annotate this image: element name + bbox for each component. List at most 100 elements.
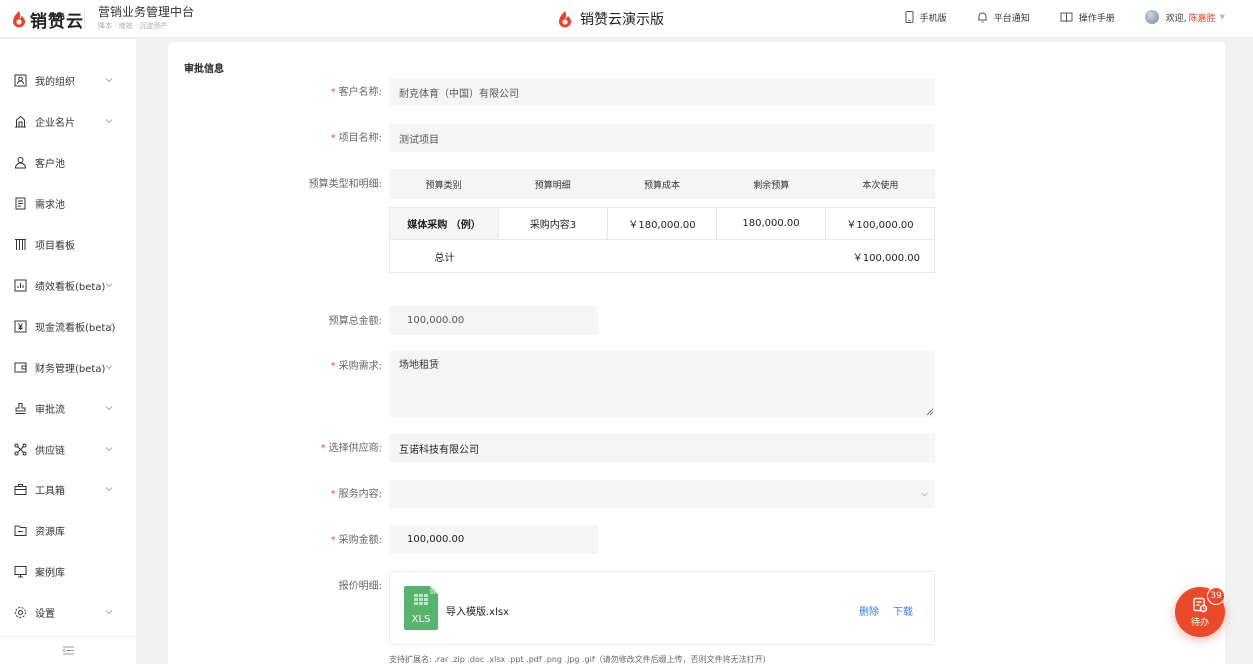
header-actions: 手机版 平台通知 操作手册 欢迎, 陈嘉胜 ▼ (875, 10, 1225, 24)
network-icon (14, 443, 27, 455)
brand-name: 销赞云 (30, 11, 84, 32)
purchase-need-text: 场地租赁 (399, 360, 439, 371)
sidebar-item-label: 财务管理(beta) (35, 363, 106, 375)
sidebar-item-project-board[interactable]: 项目看板 (0, 224, 136, 264)
sidebar-item-label: 客户池 (35, 158, 65, 170)
column-header: 本次使用 (862, 180, 899, 191)
service-label: * 服务内容: (330, 489, 382, 500)
wallet-icon (14, 362, 27, 372)
center-title-text: 销赞云演示版 (580, 12, 664, 28)
monitor-icon (14, 565, 27, 577)
sidebar-item-label: 供应链 (35, 445, 65, 457)
user-icon (14, 156, 27, 168)
todo-label: 待办 (1190, 617, 1209, 628)
sidebar-item-toolbox[interactable]: 工具箱 (0, 469, 136, 509)
gear-icon (15, 606, 26, 618)
supplier-select[interactable]: 互诺科技有限公司 (389, 434, 935, 462)
chevron-down-icon (105, 283, 113, 288)
sidebar-item-label: 资源库 (35, 526, 65, 538)
chevron-down-icon (105, 447, 113, 452)
required-mark: * (330, 489, 336, 500)
header-divider (84, 9, 85, 29)
section-title: 审批信息 (184, 64, 224, 75)
sidebar-item-customer-pool[interactable]: 客户池 (0, 142, 136, 182)
purchase-amount-label: * 采购金额: (330, 535, 382, 546)
required-mark: * (330, 361, 336, 372)
resize-handle-icon[interactable] (926, 408, 934, 416)
chevron-down-icon (105, 78, 113, 83)
chevron-down-icon (105, 610, 113, 615)
chevron-down-icon (105, 324, 113, 329)
brand-mark-icon (13, 11, 25, 28)
sidebar: 我的组织 企业名片 客户池 需求池 项目看板 绩效看板(beta) 现金流看板(… (0, 39, 136, 664)
project-name-field[interactable]: 测试项目 (389, 124, 935, 152)
table-cell: ￥100,000.00 (846, 220, 914, 231)
column-header: 预算类别 (425, 180, 462, 191)
project-label: * 项目名称: (330, 133, 382, 144)
upload-hint: 支持扩展名: .rar .zip .doc .xlsx .ppt .pdf .p… (389, 655, 771, 664)
chevron-down-icon (105, 365, 113, 370)
delete-file-link[interactable]: 删除 (859, 603, 879, 618)
welcome-text: 欢迎, (1165, 13, 1187, 24)
budget-table: 媒体采购 （例） 采购内容3 ￥180,000.00 180,000.00 ￥1… (389, 207, 935, 273)
document-icon (15, 197, 26, 209)
building-icon (15, 115, 26, 127)
download-file-link[interactable]: 下载 (893, 603, 913, 618)
sidebar-item-approval[interactable]: 审批流 (0, 388, 136, 428)
column-header: 剩余预算 (753, 180, 790, 191)
mobile-version-link[interactable]: 手机版 (905, 11, 947, 24)
sidebar-item-label: 设置 (35, 608, 55, 620)
chevron-down-icon (105, 487, 113, 492)
quote-upload-box: XLS 导入模版.xlsx 删除 下载 (389, 571, 935, 645)
required-mark: * (320, 443, 326, 454)
user-menu[interactable]: 欢迎, 陈嘉胜 ▼ (1144, 10, 1225, 24)
sidebar-item-label: 需求池 (35, 199, 65, 211)
collapse-icon (62, 646, 74, 655)
purchase-need-textarea[interactable]: 场地租赁 (389, 351, 935, 417)
sidebar-item-settings[interactable]: 设置 (0, 592, 136, 632)
supplier-label: * 选择供应商: (320, 443, 382, 454)
caret-down-icon: ▼ (1219, 13, 1225, 21)
sidebar-item-performance-board[interactable]: 绩效看板(beta) (0, 265, 136, 305)
sidebar-item-label: 绩效看板(beta) (35, 281, 106, 293)
sidebar-item-resource-library[interactable]: 资源库 (0, 510, 136, 550)
chevron-down-icon (105, 406, 113, 411)
required-mark: * (330, 133, 336, 144)
budget-total-label: 预算总金额: (328, 316, 382, 327)
approval-form-card: 审批信息 * 客户名称: 耐克体育（中国）有限公司 * 项目名称: 测试项目 预算类… (168, 42, 1225, 664)
brand-mark-icon (559, 11, 571, 28)
column-header: 预算成本 (644, 180, 681, 191)
sidebar-item-case-library[interactable]: 案例库 (0, 551, 136, 591)
required-mark: * (330, 87, 336, 98)
svg-text:XLS: XLS (412, 614, 431, 625)
sidebar-item-finance[interactable]: 财务管理(beta) (0, 347, 136, 387)
todo-icon (1193, 597, 1208, 612)
sidebar-item-org[interactable]: 我的组织 (0, 60, 136, 100)
customer-name-field[interactable]: 耐克体育（中国）有限公司 (389, 78, 935, 106)
chevron-down-icon (105, 119, 113, 124)
sidebar-item-cashflow-board[interactable]: 现金流看板(beta) (0, 306, 136, 346)
user-name: 陈嘉胜 (1188, 13, 1216, 24)
brand-logo[interactable]: 销赞云 (12, 8, 84, 32)
required-mark: * (330, 535, 336, 546)
purchase-amount-field[interactable]: 100,000.00 (389, 525, 598, 554)
platform-notify-label: 平台通知 (993, 13, 1030, 24)
manual-link[interactable]: 操作手册 (1060, 11, 1115, 24)
kanban-icon (15, 238, 26, 250)
sidebar-item-demand-pool[interactable]: 需求池 (0, 183, 136, 223)
customer-label: * 客户名称: (330, 87, 382, 98)
table-cell: 采购内容3 (499, 208, 608, 239)
sidebar-item-company-card[interactable]: 企业名片 (0, 101, 136, 141)
platform-notify-link[interactable]: 平台通知 (977, 11, 1030, 24)
service-content-select[interactable] (389, 480, 935, 508)
budget-total-field[interactable]: 100,000.00 (389, 306, 598, 335)
sidebar-item-label: 我的组织 (35, 76, 75, 88)
book-icon (1060, 12, 1073, 22)
collapse-sidebar-button[interactable] (0, 636, 136, 664)
table-cell: 180,000.00 (717, 208, 826, 239)
table-cell: 媒体采购 （例） (390, 208, 499, 239)
sidebar-item-supply-chain[interactable]: 供应链 (0, 429, 136, 469)
sidebar-item-label: 项目看板 (35, 240, 75, 252)
platform-subtitle: 降本 · 增效 · 沉淀资产 (98, 22, 168, 30)
sidebar-item-label: 案例库 (35, 567, 65, 579)
